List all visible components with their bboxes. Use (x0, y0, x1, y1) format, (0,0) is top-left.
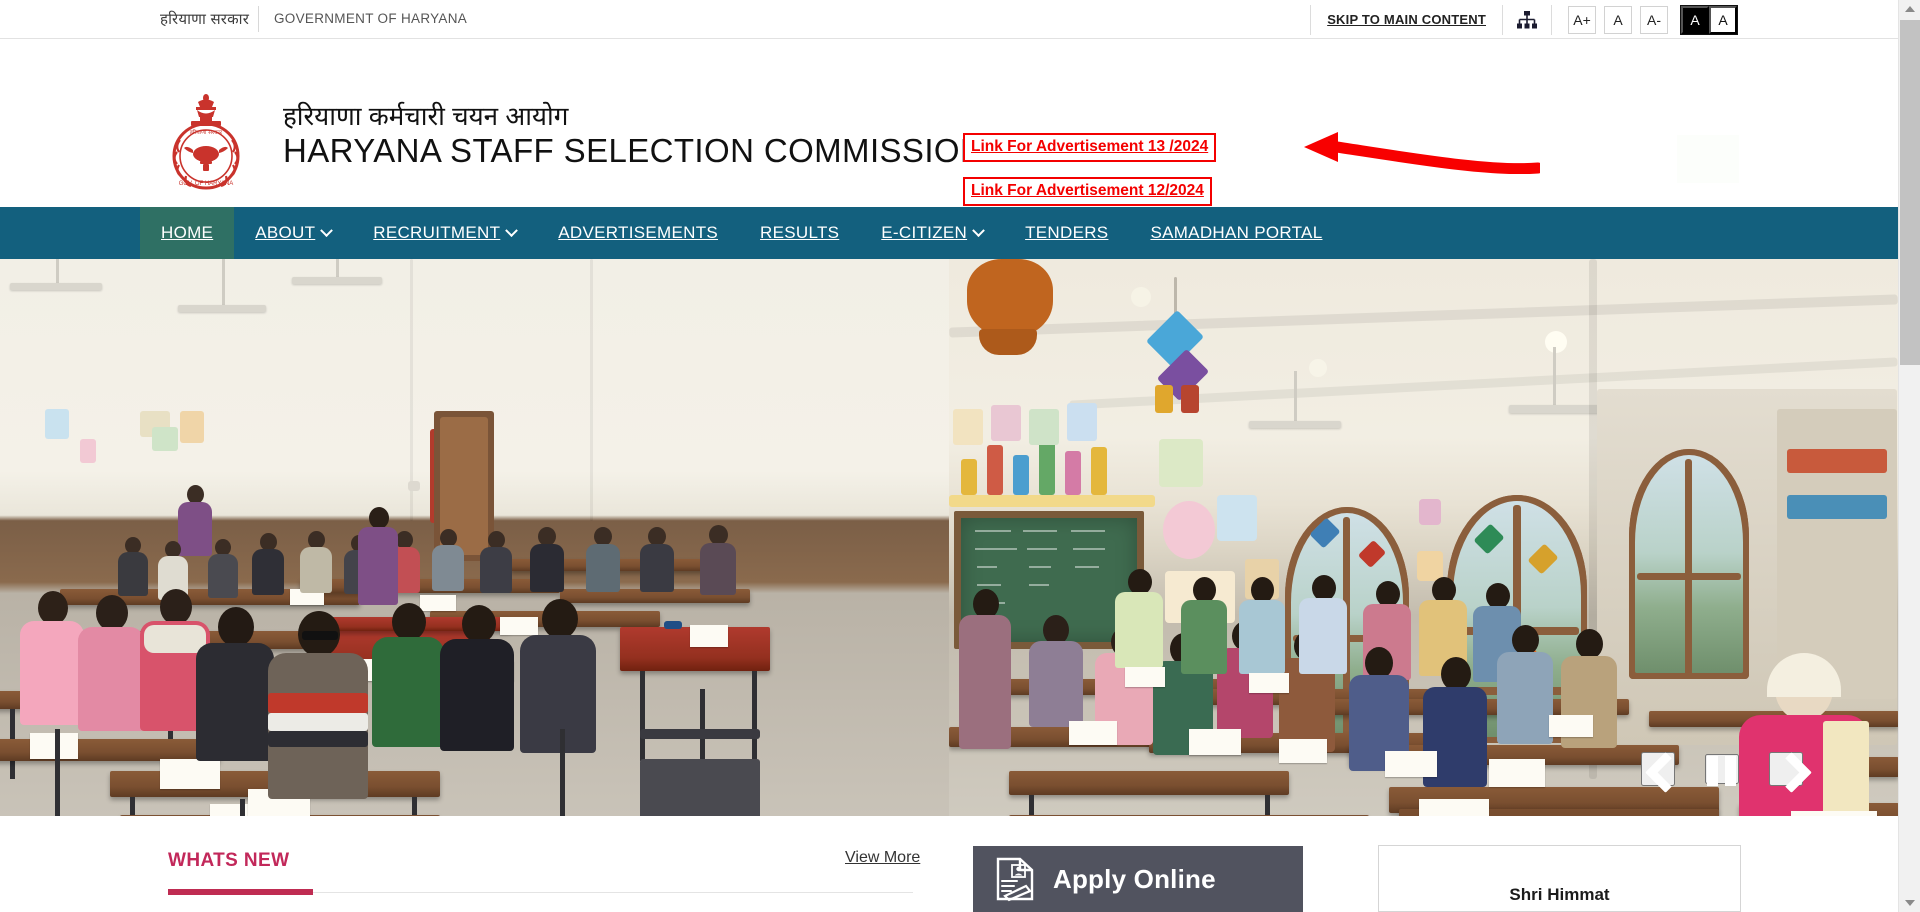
page-scrollbar[interactable] (1898, 0, 1920, 912)
nav-item-label: RECRUITMENT (373, 223, 501, 242)
font-increase-button[interactable]: A+ (1568, 5, 1596, 34)
document-with-pen-icon (995, 856, 1035, 902)
chevron-down-icon (972, 223, 985, 237)
nav-item-label: ABOUT (255, 223, 316, 242)
divider (258, 6, 259, 32)
officer-profile-card[interactable]: Shri Himmat (1378, 845, 1741, 912)
font-decrease-button[interactable]: A- (1640, 5, 1668, 34)
contrast-toggle-group: A A (1680, 4, 1738, 35)
nav-item-samadhan-portal[interactable]: SAMADHAN PORTAL (1129, 207, 1343, 259)
svg-text:GOV. OF HARYANA: GOV. OF HARYANA (179, 181, 234, 187)
sitemap-icon[interactable] (1503, 10, 1551, 29)
advertisement-12-2024-link[interactable]: Link For Advertisement 12/2024 (963, 177, 1212, 206)
haryana-emblem-icon: हरियाणा सरकार GOV. OF HARYANA (160, 88, 252, 192)
font-size-controls: A+ A A- A A (1552, 4, 1738, 35)
carousel-slide-1 (0, 259, 949, 816)
chevron-down-icon (505, 223, 519, 237)
nav-item-recruitment[interactable]: RECRUITMENT (352, 207, 537, 259)
whats-new-label: WHATS NEW (168, 850, 290, 871)
apply-online-button[interactable]: Apply Online (973, 846, 1303, 912)
whats-new-tab[interactable]: WHATS NEW (168, 850, 289, 872)
header-image-placeholder (1677, 135, 1739, 183)
commission-title-hindi: हरियाणा कर्मचारी चयन आयोग (283, 101, 569, 131)
nav-item-results[interactable]: RESULTS (739, 207, 860, 259)
carousel-prev-button[interactable] (1641, 752, 1675, 786)
top-utility-bar: हरियाणा सरकार GOVERNMENT OF HARYANA SKIP… (0, 0, 1898, 39)
top-utility-controls: SKIP TO MAIN CONTENT A+ A A- A A (1310, 0, 1738, 39)
contrast-dark-button[interactable]: A (1681, 5, 1709, 34)
svg-text:हरियाणा सरकार: हरियाणा सरकार (190, 129, 223, 136)
apply-online-label: Apply Online (1053, 863, 1216, 894)
officer-name: Shri Himmat (1509, 885, 1610, 904)
carousel-controls (1641, 752, 1803, 786)
contrast-light-button[interactable]: A (1709, 5, 1737, 34)
nav-item-label: E-CITIZEN (881, 223, 968, 242)
government-label-hindi: हरियाणा सरकार (160, 11, 250, 28)
advertisement-13-2024-link[interactable]: Link For Advertisement 13 /2024 (963, 133, 1217, 162)
view-more-link[interactable]: View More (845, 849, 920, 867)
whats-new-active-indicator (168, 889, 313, 895)
font-normal-button[interactable]: A (1604, 5, 1632, 34)
nav-item-home[interactable]: HOME (140, 207, 235, 259)
page-root: हरियाणा सरकार GOVERNMENT OF HARYANA SKIP… (0, 0, 1920, 912)
masthead: हरियाणा सरकार GOV. OF HARYANA हरियाणा कर… (0, 40, 1898, 206)
carousel-pause-button[interactable] (1705, 754, 1739, 786)
red-annotation-arrow-icon (1220, 128, 1544, 175)
nav-item-label: ADVERTISEMENTS (558, 223, 719, 242)
nav-item-tenders[interactable]: TENDERS (1004, 207, 1129, 259)
scrollbar-thumb[interactable] (1900, 20, 1920, 365)
main-navigation: HOME ABOUT RECRUITMENT ADVERTISEMENTS RESULT… (0, 207, 1898, 259)
chevron-down-icon (320, 223, 334, 237)
hero-carousel[interactable] (0, 259, 1898, 816)
scroll-up-arrow[interactable] (1899, 0, 1920, 18)
carousel-next-button[interactable] (1769, 752, 1803, 786)
carousel-slide-2 (949, 259, 1898, 816)
nav-item-advertisements[interactable]: ADVERTISEMENTS (537, 207, 739, 259)
skip-to-main-content-link[interactable]: SKIP TO MAIN CONTENT (1311, 12, 1502, 27)
nav-item-e-citizen[interactable]: E-CITIZEN (860, 207, 1004, 259)
nav-item-about[interactable]: ABOUT (234, 207, 352, 259)
nav-item-label: TENDERS (1025, 223, 1109, 242)
nav-item-label: RESULTS (760, 223, 840, 242)
scroll-down-arrow[interactable] (1899, 894, 1920, 912)
nav-item-label: HOME (161, 223, 214, 242)
nav-item-label: SAMADHAN PORTAL (1150, 223, 1323, 242)
navigation-items: HOME ABOUT RECRUITMENT ADVERTISEMENTS RESULT… (140, 207, 1343, 259)
government-label-english: GOVERNMENT OF HARYANA (274, 11, 468, 26)
commission-title-english: HARYANA STAFF SELECTION COMMISSION (283, 132, 985, 169)
